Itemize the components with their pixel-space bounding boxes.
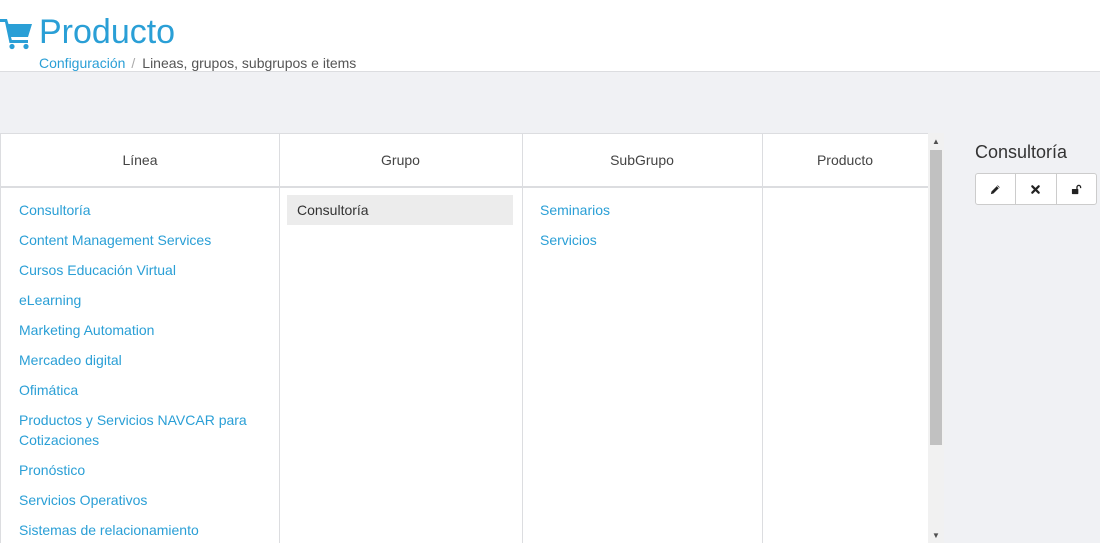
column-header-grupo: Grupo: [279, 134, 522, 188]
subgrupo-item[interactable]: Servicios: [540, 230, 597, 250]
unlock-button[interactable]: [1057, 174, 1096, 204]
linea-item[interactable]: Ofimática: [19, 380, 78, 400]
selected-item-title: Consultoría: [975, 142, 1068, 162]
vertical-scrollbar[interactable]: ▲ ▼: [928, 133, 944, 543]
column-grupo: Grupo Consultoría: [279, 134, 523, 543]
linea-item[interactable]: Mercadeo digital: [19, 350, 122, 370]
linea-item[interactable]: Marketing Automation: [19, 320, 154, 340]
scroll-thumb[interactable]: [930, 150, 942, 445]
linea-item[interactable]: Cursos Educación Virtual: [19, 260, 176, 280]
action-button-group: [975, 173, 1097, 205]
hierarchy-grid: Línea Consultoría Content Management Ser…: [0, 133, 928, 543]
linea-item[interactable]: Productos y Servicios NAVCAR para Cotiza…: [19, 410, 259, 450]
column-subgrupo: SubGrupo Seminarios Servicios: [522, 134, 763, 543]
subgrupo-item[interactable]: Seminarios: [540, 200, 610, 220]
breadcrumb-link-configuracion[interactable]: Configuración: [39, 55, 125, 71]
scroll-up-arrow-icon[interactable]: ▲: [928, 133, 944, 149]
linea-item[interactable]: Sistemas de relacionamiento: [19, 520, 199, 540]
column-linea: Línea Consultoría Content Management Ser…: [1, 134, 280, 543]
grupo-item-selected[interactable]: Consultoría: [287, 195, 513, 225]
page-header: Producto Configuración / Lineas, grupos, s…: [0, 0, 1100, 72]
close-icon: [1031, 184, 1041, 194]
column-header-producto: Producto: [762, 134, 928, 188]
pencil-icon: [991, 184, 1000, 194]
page-title: Producto: [39, 13, 176, 51]
shopping-cart-icon: [0, 19, 32, 50]
breadcrumb-current: Lineas, grupos, subgrupos e items: [142, 55, 357, 71]
breadcrumb: Configuración / Lineas, grupos, subgrupos …: [39, 55, 356, 71]
linea-item[interactable]: Servicios Operativos: [19, 490, 147, 510]
unlock-icon: [1071, 184, 1082, 194]
scroll-down-arrow-icon[interactable]: ▼: [928, 527, 944, 543]
delete-button[interactable]: [1016, 174, 1057, 204]
linea-item[interactable]: Content Management Services: [19, 230, 211, 250]
linea-item[interactable]: Pronóstico: [19, 460, 85, 480]
edit-button[interactable]: [976, 174, 1017, 204]
breadcrumb-separator: /: [131, 55, 136, 71]
column-header-linea: Línea: [1, 134, 279, 188]
linea-item[interactable]: eLearning: [19, 290, 81, 310]
linea-item[interactable]: Consultoría: [19, 200, 91, 220]
column-producto: Producto: [762, 134, 928, 543]
column-header-subgrupo: SubGrupo: [522, 134, 762, 188]
